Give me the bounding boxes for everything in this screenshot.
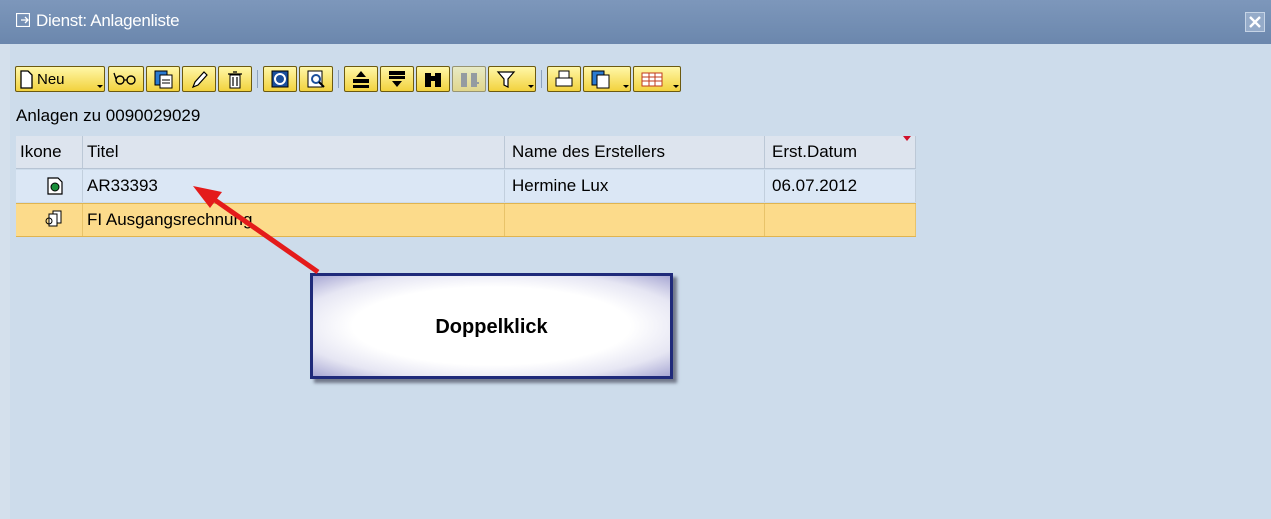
find-binoculars-icon (425, 73, 441, 87)
refresh-button[interactable] (263, 66, 297, 92)
sort-descending-button[interactable] (380, 66, 414, 92)
row-date: 06.07.2012 (765, 170, 916, 202)
row-date (765, 204, 916, 236)
filter-icon (496, 71, 516, 88)
close-icon[interactable] (1245, 12, 1265, 32)
annotation-callout: Doppelklick (310, 273, 673, 379)
column-header-icon[interactable]: Ikone (16, 136, 83, 168)
annotation-text: Doppelklick (435, 316, 548, 338)
new-button-label: Neu (37, 71, 65, 88)
delete-button[interactable] (218, 66, 252, 92)
window-titlebar: Dienst: Anlagenliste (0, 0, 1271, 44)
attachments-caption: Anlagen zu 0090029029 (16, 106, 201, 125)
copy-icon (154, 70, 173, 89)
pencil-edit-icon (191, 71, 208, 89)
find-next-button[interactable] (452, 66, 486, 92)
column-header-date[interactable]: Erst.Datum (765, 136, 916, 168)
sort-descending-icon (389, 71, 405, 87)
column-header-title[interactable]: Titel (83, 136, 505, 168)
folder-documents-icon (45, 210, 62, 227)
layout-button[interactable] (633, 66, 681, 92)
export-button[interactable] (583, 66, 631, 92)
row-creator: Hermine Lux (505, 170, 765, 202)
window-title: Dienst: Anlagenliste (36, 11, 180, 30)
trash-delete-icon (228, 71, 242, 89)
sort-indicator-icon (903, 136, 911, 141)
content-area: Neu Anlagen zu 0090029029 Ikone Titel Na… (10, 44, 1271, 519)
display-button[interactable] (108, 66, 144, 92)
row-title[interactable]: FI Ausgangsrechnung (83, 204, 505, 236)
layout-grid-icon (641, 72, 663, 87)
glasses-display-icon (113, 72, 136, 85)
details-button[interactable] (299, 66, 333, 92)
export-icon (591, 70, 610, 89)
copy-button[interactable] (146, 66, 180, 92)
document-attachment-icon (47, 177, 63, 195)
print-icon (555, 70, 573, 87)
new-document-icon (20, 70, 33, 89)
row-creator (505, 204, 765, 236)
exit-dialog-icon (15, 12, 31, 28)
table-row-selected[interactable]: FI Ausgangsrechnung (16, 203, 916, 237)
sort-ascending-icon (353, 71, 369, 88)
filter-button[interactable] (488, 66, 536, 92)
row-icon-cell (16, 204, 83, 236)
details-icon (307, 70, 325, 88)
table-row[interactable]: AR33393 Hermine Lux 06.07.2012 (16, 170, 916, 202)
row-title[interactable]: AR33393 (83, 170, 505, 202)
find-next-icon (461, 73, 479, 87)
new-button[interactable]: Neu (15, 66, 105, 92)
row-icon-cell (16, 170, 83, 202)
find-button[interactable] (416, 66, 450, 92)
refresh-icon (271, 70, 289, 88)
column-header-creator[interactable]: Name des Erstellers (505, 136, 765, 168)
sort-ascending-button[interactable] (344, 66, 378, 92)
print-button[interactable] (547, 66, 581, 92)
edit-button[interactable] (182, 66, 216, 92)
table-header: Ikone Titel Name des Erstellers Erst.Dat… (16, 136, 916, 169)
